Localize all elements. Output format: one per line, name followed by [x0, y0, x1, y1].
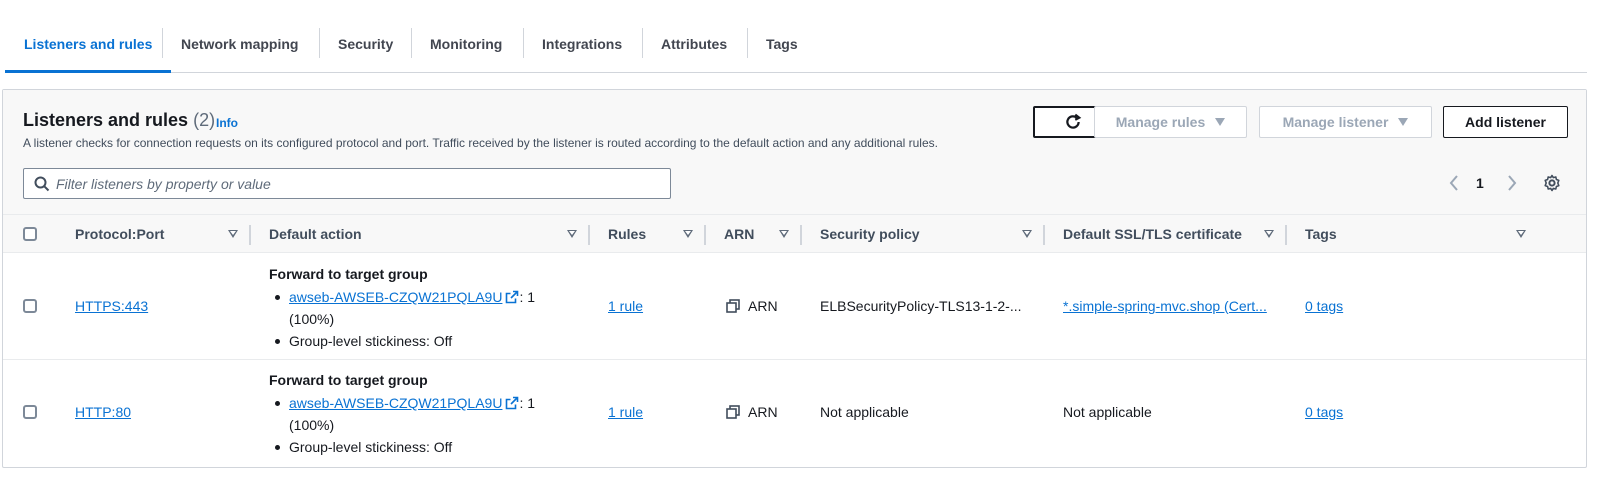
settings-gear-icon: [1544, 174, 1560, 192]
caret-down-icon: [1398, 118, 1409, 126]
tab-tags[interactable]: Tags: [747, 0, 817, 73]
panel-header: Listeners and rules (2) Info A listener …: [3, 90, 1586, 215]
tags-link[interactable]: 0 tags: [1305, 404, 1343, 420]
sort-icon[interactable]: [683, 230, 693, 238]
target-weight: : 1: [519, 395, 536, 411]
tab-security[interactable]: Security: [319, 0, 412, 73]
tags-link[interactable]: 0 tags: [1305, 298, 1343, 314]
security-policy-value: ELBSecurityPolicy-TLS13-1-2-...: [820, 298, 1022, 314]
column-header-certificate[interactable]: Default SSL/TLS certificate: [1063, 215, 1242, 253]
listener-count: (2): [193, 110, 216, 130]
stickiness-item: Group-level stickiness: Off: [269, 436, 569, 458]
sort-icon[interactable]: [567, 230, 577, 238]
row-checkbox[interactable]: [23, 405, 37, 419]
column-header-security-policy[interactable]: Security policy: [820, 215, 920, 253]
panel-title-text: Listeners and rules: [23, 110, 189, 130]
manage-rules-label: Manage rules: [1115, 114, 1206, 130]
sort-icon[interactable]: [1022, 230, 1032, 238]
default-action-title: Forward to target group: [269, 372, 428, 388]
arn-copy[interactable]: ARN: [726, 404, 778, 420]
security-policy-value: Not applicable: [820, 404, 909, 420]
protocol-port-link[interactable]: HTTPS:443: [75, 298, 148, 314]
table-preferences-button[interactable]: [1543, 170, 1565, 196]
tab-bar: Listeners and rules Network mapping Secu…: [5, 0, 1587, 73]
target-weight-percent: (100%): [289, 417, 335, 433]
column-header-arn[interactable]: ARN: [724, 215, 754, 253]
rules-link[interactable]: 1 rule: [608, 404, 643, 420]
default-action-list: awseb-AWSEB-CZQW21PQLA9U : 1 (100%) Group-…: [269, 286, 569, 352]
tab-attributes[interactable]: Attributes: [642, 0, 746, 73]
target-group-item: awseb-AWSEB-CZQW21PQLA9U : 1 (100%): [269, 286, 569, 330]
manage-listener-label: Manage listener: [1282, 114, 1389, 130]
protocol-port-link[interactable]: HTTP:80: [75, 404, 131, 420]
arn-label: ARN: [748, 298, 778, 314]
sort-icon[interactable]: [1516, 230, 1526, 238]
chevron-right-icon: [1508, 175, 1517, 191]
sort-icon[interactable]: [779, 230, 789, 238]
current-page-number[interactable]: 1: [1476, 170, 1484, 196]
next-page-button[interactable]: [1506, 170, 1526, 196]
search-icon: [34, 176, 50, 192]
copy-icon: [726, 405, 740, 419]
select-all-checkbox[interactable]: [23, 227, 37, 241]
row-checkbox[interactable]: [23, 299, 37, 313]
external-link-icon[interactable]: [505, 396, 519, 410]
add-listener-button[interactable]: Add listener: [1443, 106, 1568, 138]
column-resizer[interactable]: [1043, 225, 1045, 245]
arn-copy[interactable]: ARN: [726, 298, 778, 314]
default-action-title: Forward to target group: [269, 266, 428, 282]
refresh-icon: [1065, 113, 1081, 129]
column-header-protocol-port[interactable]: Protocol:Port: [75, 215, 164, 253]
table-header: Protocol:Port Default action Rules ARN S…: [3, 215, 1586, 253]
filter-search-box: [23, 168, 671, 199]
tab-integrations[interactable]: Integrations: [523, 0, 641, 73]
chevron-left-icon: [1449, 175, 1458, 191]
filter-input[interactable]: [56, 169, 656, 198]
certificate-link[interactable]: *.simple-spring-mvc.shop (Cert...: [1063, 298, 1267, 314]
certificate-value: Not applicable: [1063, 404, 1152, 420]
target-group-item: awseb-AWSEB-CZQW21PQLA9U : 1 (100%): [269, 392, 569, 436]
previous-page-button[interactable]: [1448, 170, 1468, 196]
target-weight: : 1: [519, 289, 536, 305]
column-resizer[interactable]: [588, 225, 590, 245]
panel-description: A listener checks for connection request…: [23, 136, 938, 150]
manage-listener-button[interactable]: Manage listener: [1259, 106, 1432, 138]
column-resizer[interactable]: [1285, 225, 1287, 245]
column-resizer[interactable]: [704, 225, 706, 245]
table-row: HTTP:80 Forward to target group awseb-AW…: [3, 360, 1586, 466]
sort-icon[interactable]: [1264, 230, 1274, 238]
external-link-icon[interactable]: [505, 290, 519, 304]
copy-icon: [726, 299, 740, 313]
panel-title: Listeners and rules (2): [23, 110, 215, 131]
table-row: HTTPS:443 Forward to target group awseb-…: [3, 254, 1586, 360]
target-group-link[interactable]: awseb-AWSEB-CZQW21PQLA9U: [289, 395, 502, 411]
column-header-default-action[interactable]: Default action: [269, 215, 362, 253]
tab-monitoring[interactable]: Monitoring: [411, 0, 521, 73]
caret-down-icon: [1215, 118, 1226, 126]
default-action-list: awseb-AWSEB-CZQW21PQLA9U : 1 (100%) Group-…: [269, 392, 569, 458]
stickiness-item: Group-level stickiness: Off: [269, 330, 569, 352]
rules-link[interactable]: 1 rule: [608, 298, 643, 314]
arn-label: ARN: [748, 404, 778, 420]
tab-listeners-and-rules[interactable]: Listeners and rules: [5, 0, 172, 73]
info-link[interactable]: Info: [216, 116, 238, 130]
target-group-link[interactable]: awseb-AWSEB-CZQW21PQLA9U: [289, 289, 502, 305]
target-weight-percent: (100%): [289, 311, 335, 327]
column-header-rules[interactable]: Rules: [608, 215, 646, 253]
tab-network-mapping[interactable]: Network mapping: [162, 0, 317, 73]
listeners-panel: Listeners and rules (2) Info A listener …: [2, 89, 1587, 468]
manage-rules-button[interactable]: Manage rules: [1094, 106, 1247, 138]
column-header-tags[interactable]: Tags: [1305, 215, 1337, 253]
column-resizer[interactable]: [800, 225, 802, 245]
sort-icon[interactable]: [228, 230, 238, 238]
column-resizer[interactable]: [249, 225, 251, 245]
